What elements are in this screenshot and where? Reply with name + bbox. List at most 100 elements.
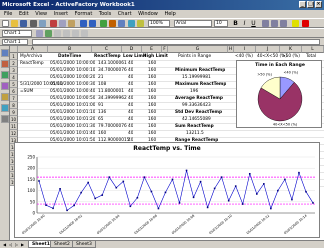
data-point[interactable] bbox=[185, 169, 188, 172]
header-reacttemp[interactable]: ReactTemp bbox=[94, 53, 121, 60]
data-point[interactable] bbox=[220, 176, 223, 178]
maximize-button[interactable]: □ bbox=[307, 1, 314, 8]
cut-icon[interactable] bbox=[50, 20, 57, 27]
formula-input[interactable] bbox=[32, 39, 320, 45]
data-point[interactable] bbox=[199, 180, 202, 183]
new-icon[interactable] bbox=[2, 20, 9, 27]
tag-browser-icon[interactable] bbox=[1, 49, 9, 57]
range-lt40-label[interactable]: <40 (%) bbox=[235, 53, 253, 60]
data-point[interactable] bbox=[59, 188, 61, 190]
column-header-k[interactable]: K bbox=[280, 46, 302, 53]
open-icon[interactable] bbox=[11, 20, 18, 27]
stat-sum-value[interactable]: 13211.5 bbox=[186, 130, 204, 137]
align-left-icon[interactable] bbox=[262, 20, 269, 27]
row-header[interactable]: 12 bbox=[10, 130, 18, 137]
function-icon[interactable] bbox=[109, 20, 116, 27]
menu-format[interactable]: Format bbox=[75, 11, 93, 17]
data-point[interactable] bbox=[241, 203, 244, 205]
minimize-button[interactable]: _ bbox=[299, 1, 306, 8]
column-header-d[interactable]: D bbox=[122, 46, 142, 53]
cell-a2[interactable]: ReactTemp bbox=[20, 60, 44, 67]
row-header[interactable]: 1 bbox=[10, 53, 18, 60]
column-header-a[interactable]: A bbox=[18, 46, 48, 53]
font-color-icon[interactable] bbox=[302, 20, 309, 27]
stat-sum-label[interactable]: Sum ReactTemp bbox=[175, 123, 214, 130]
print-icon[interactable] bbox=[30, 20, 37, 27]
range-total-label[interactable]: Total bbox=[306, 53, 316, 60]
table-cell-dt[interactable]: 05/01/2000 10:00:10 bbox=[50, 67, 95, 74]
data-point[interactable] bbox=[73, 204, 75, 207]
table-cell-low[interactable]: 40 bbox=[128, 81, 133, 88]
table-cell-val[interactable]: 21 bbox=[98, 74, 103, 81]
data-table-icon[interactable] bbox=[63, 30, 70, 37]
autosum-icon[interactable] bbox=[100, 20, 107, 27]
paste-icon[interactable] bbox=[68, 20, 75, 27]
row-header[interactable]: 10 bbox=[10, 116, 18, 123]
table-cell-low[interactable]: 40 bbox=[128, 95, 133, 102]
refresh-icon[interactable] bbox=[1, 71, 9, 79]
data-point[interactable] bbox=[122, 180, 125, 183]
font-size-select[interactable]: 10 bbox=[214, 20, 228, 27]
data-point[interactable] bbox=[80, 191, 82, 194]
row-header[interactable]: 5 bbox=[10, 81, 18, 88]
menu-view[interactable]: View bbox=[35, 11, 47, 17]
points-in-range-label[interactable]: Points in Range bbox=[178, 53, 211, 60]
table-cell-val[interactable]: 65 bbox=[98, 116, 103, 123]
stat-avg-value[interactable]: 99.33636423 bbox=[182, 102, 211, 109]
header-high-limit[interactable]: High Limit bbox=[143, 53, 168, 60]
table-cell-dt[interactable]: 05/01/2000 10:00:20 bbox=[50, 74, 95, 81]
row-header[interactable]: 6 bbox=[10, 88, 18, 95]
table-cell-high[interactable]: 160 bbox=[148, 88, 156, 95]
stat-max-value[interactable]: 196 bbox=[190, 88, 198, 95]
data-point[interactable] bbox=[312, 202, 314, 204]
fill-color-icon[interactable] bbox=[292, 20, 299, 27]
table-cell-low[interactable]: 40 bbox=[128, 116, 133, 123]
stat-min-value[interactable]: 15.19999981 bbox=[182, 74, 211, 81]
line-chart[interactable]: ReactTemp vs. Time 0 50 100 150 200 250 05/01/… bbox=[14, 142, 320, 238]
table-cell-low[interactable]: 40 bbox=[128, 88, 133, 95]
chart-type-icon[interactable] bbox=[45, 30, 52, 37]
undo-icon[interactable] bbox=[80, 20, 87, 27]
data-point[interactable] bbox=[108, 176, 111, 178]
align-right-icon[interactable] bbox=[280, 20, 287, 27]
table-cell-val[interactable]: 143.1000061 bbox=[98, 60, 127, 67]
data-point[interactable] bbox=[298, 171, 300, 174]
table-cell-high[interactable]: 160 bbox=[148, 95, 156, 102]
table-cell-val[interactable]: 34.70000076 bbox=[98, 67, 127, 74]
bold-icon[interactable]: B bbox=[232, 20, 239, 27]
table-cell-dt[interactable]: 05/01/2000 10:01:20 bbox=[50, 116, 95, 123]
table-cell-val[interactable]: 91 bbox=[98, 102, 103, 109]
table-cell-low[interactable]: 40 bbox=[128, 130, 133, 137]
table-cell-dt[interactable]: 05/01/2000 10:00:00 bbox=[50, 60, 95, 67]
menu-chart[interactable]: Chart bbox=[118, 11, 132, 17]
data-point[interactable] bbox=[284, 178, 286, 181]
select-all-corner[interactable] bbox=[10, 46, 18, 53]
table-cell-dt[interactable]: 05/01/2000 10:01:00 bbox=[50, 102, 95, 109]
data-point[interactable] bbox=[263, 183, 265, 185]
row-header[interactable]: 11 bbox=[10, 123, 18, 130]
row-header[interactable]: 9 bbox=[10, 109, 18, 116]
first-sheet-icon[interactable]: ◀ bbox=[2, 242, 7, 247]
table-cell-low[interactable]: 40 bbox=[128, 123, 133, 130]
redo-icon[interactable] bbox=[89, 20, 96, 27]
table-cell-low[interactable]: 40 bbox=[128, 74, 133, 81]
preview-icon[interactable] bbox=[39, 20, 46, 27]
stat-max-label[interactable]: Maximum ReactTemp bbox=[175, 81, 226, 88]
table-cell-dt[interactable]: 05/01/2000 10:01:40 bbox=[50, 130, 95, 137]
data-point[interactable] bbox=[171, 178, 174, 181]
table-cell-val[interactable]: 34.39999962 bbox=[98, 95, 127, 102]
table-cell-high[interactable]: 160 bbox=[148, 60, 156, 67]
data-point[interactable] bbox=[94, 197, 97, 200]
format-chart-icon[interactable] bbox=[36, 30, 43, 37]
align-center-icon[interactable] bbox=[271, 20, 278, 27]
underline-icon[interactable]: U bbox=[250, 20, 257, 27]
data-point[interactable] bbox=[101, 194, 104, 196]
zoom-select[interactable]: 100% bbox=[148, 20, 170, 27]
data-point[interactable] bbox=[270, 207, 272, 210]
stat-std-label[interactable]: Std Dev ReactTemp bbox=[175, 109, 222, 116]
table-cell-val[interactable]: 79.70000076 bbox=[98, 123, 127, 130]
table-cell-val[interactable]: 160 bbox=[98, 130, 106, 137]
chart-object-select[interactable]: Chart 1 bbox=[2, 30, 32, 37]
column-header-i[interactable]: I bbox=[234, 46, 256, 53]
data-point[interactable] bbox=[291, 198, 293, 201]
